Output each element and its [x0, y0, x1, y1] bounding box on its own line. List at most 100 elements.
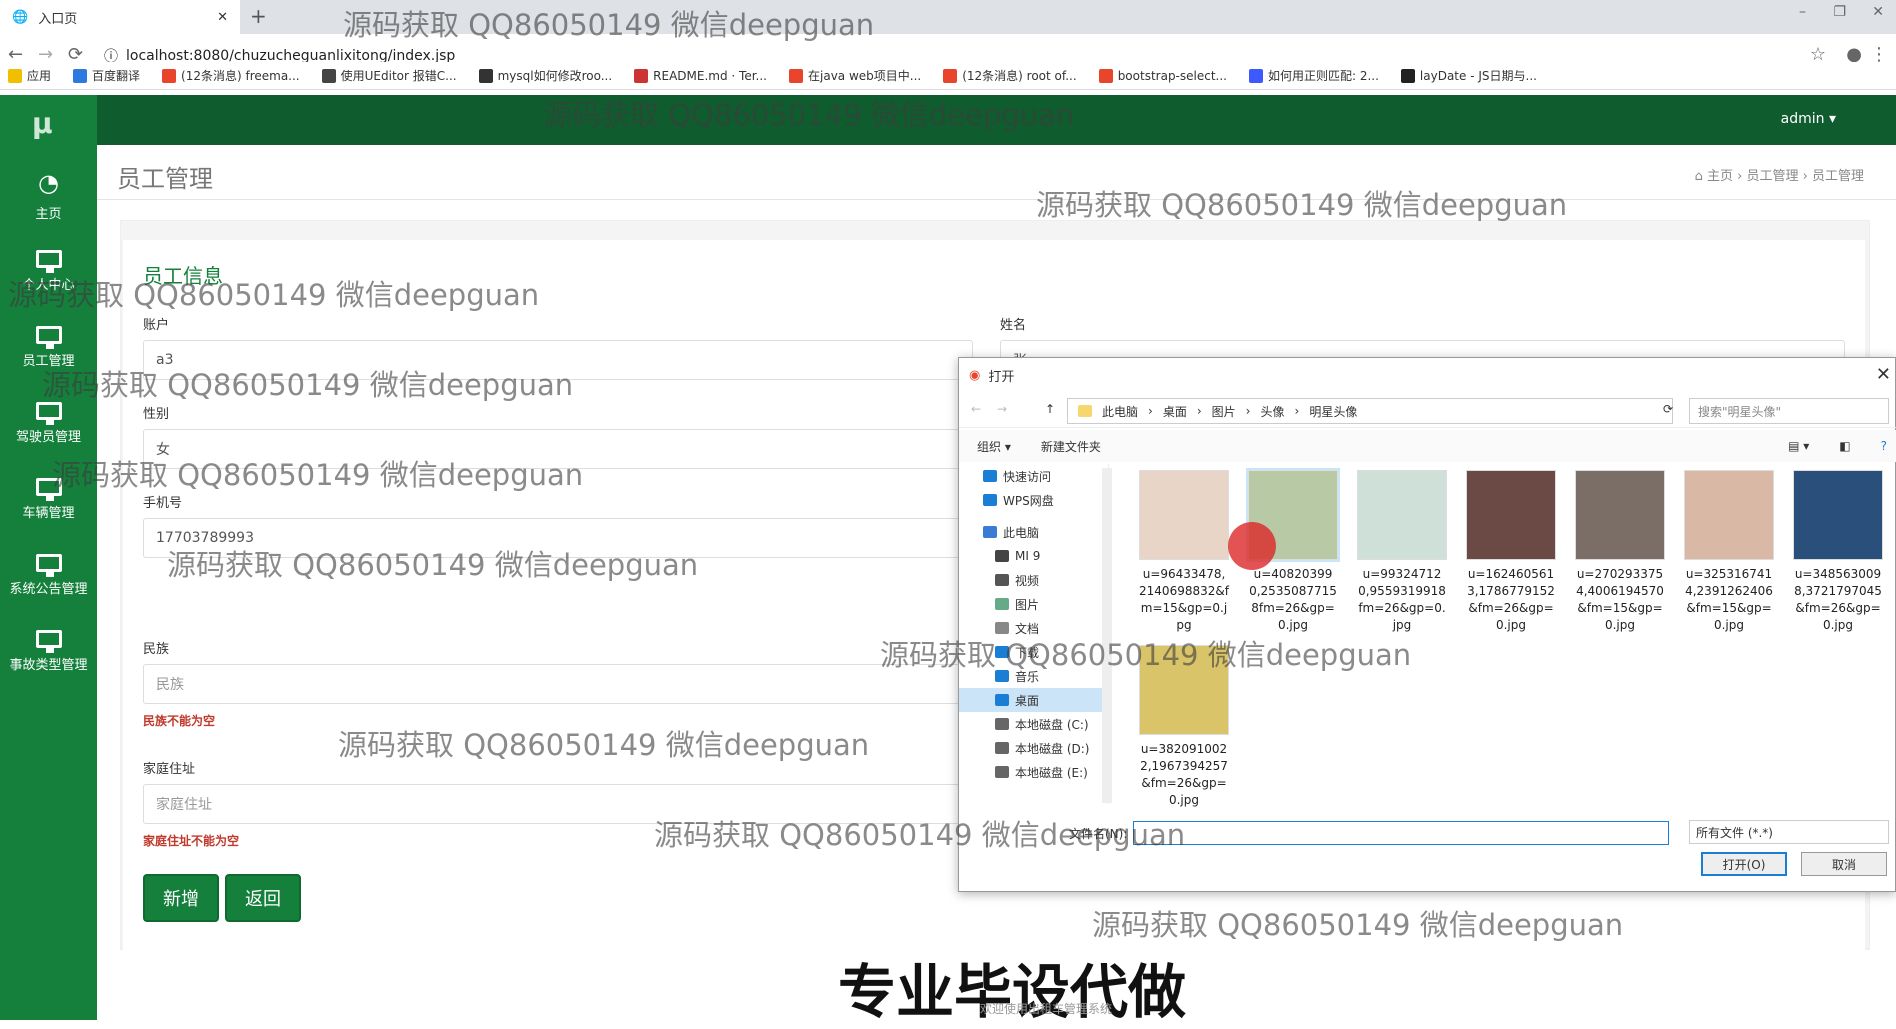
- bookmark-icon: [634, 68, 649, 83]
- bookmark-icon: [1400, 68, 1415, 83]
- bookmark-label: 如何用正则匹配: 2...: [1267, 69, 1379, 83]
- sidebar-item-label: 驾驶员管理: [15, 429, 81, 445]
- new-folder-button[interactable]: 新建文件夹: [1041, 438, 1101, 455]
- bookmark-item[interactable]: 百度翻译: [73, 67, 140, 84]
- file-name: u=1624605613,1786779152&fm=26&gp=0.jpg: [1467, 567, 1555, 632]
- tree-item-icon: [995, 718, 1009, 730]
- sidebar-item[interactable]: ◔ 主页: [0, 157, 97, 233]
- search-input[interactable]: 搜索"明星头像": [1689, 398, 1889, 424]
- tree-item[interactable]: 桌面: [959, 688, 1108, 712]
- tree-item[interactable]: MI 9: [959, 544, 1108, 568]
- bookmark-item[interactable]: 使用UEditor 报错C...: [321, 67, 457, 84]
- tree-item[interactable]: 图片: [959, 592, 1108, 616]
- window-close-icon[interactable]: ✕: [1872, 4, 1884, 20]
- path-segment[interactable]: 头像: [1260, 403, 1284, 420]
- file-name: u=3253167414,2391262406&fm=15&gp=0.jpg: [1685, 567, 1773, 632]
- bookmark-icon: [73, 68, 88, 83]
- dialog-pathbar: ← → ↑ 此电脑 › 桌面 › 图片 › 头像 › 明星头像 ⟳ 搜索"明星头像": [959, 392, 1896, 428]
- bookmark-item[interactable]: 如何用正则匹配: 2...: [1248, 67, 1379, 84]
- file-item[interactable]: u=1624605613,1786779152&fm=26&gp=0.jpg: [1466, 470, 1556, 634]
- bookmark-icon: [789, 68, 803, 83]
- watermark: 源码获取 QQ86050149 微信deepguan: [8, 278, 540, 312]
- path-segment[interactable]: 图片: [1212, 403, 1236, 420]
- filename-input[interactable]: [1133, 821, 1669, 845]
- bookmark-item[interactable]: layDate - JS日期与...: [1400, 67, 1537, 84]
- watermark: 源码获取 QQ86050149 微信deepguan: [880, 638, 1412, 672]
- tree-item[interactable]: 本地磁盘 (E:): [959, 760, 1108, 784]
- view-icon[interactable]: ▤ ▾: [1788, 439, 1809, 453]
- sidebar-item-label: 主页: [35, 206, 62, 222]
- close-icon[interactable]: ✕: [217, 10, 228, 25]
- bookmark-icon: [162, 68, 177, 83]
- bookmark-icon: [478, 68, 493, 83]
- watermark: 源码获取 QQ86050149 微信deepguan: [654, 818, 1186, 852]
- bookmark-item[interactable]: (12条消息) root of...: [943, 67, 1077, 84]
- organize-button[interactable]: 组织 ▾: [977, 438, 1011, 455]
- monitor-icon: [35, 249, 62, 273]
- path-field[interactable]: 此电脑 › 桌面 › 图片 › 头像 › 明星头像: [1067, 398, 1673, 424]
- sidebar-item[interactable]: 事故类型管理: [0, 613, 97, 689]
- browser-tabbar: 🌐 入口页 ✕ + – ❐ ✕: [0, 0, 1896, 34]
- watermark: 源码获取 QQ86050149 微信deepguan: [1036, 188, 1568, 222]
- tree-item-label: 视频: [1015, 573, 1040, 588]
- tree-item-label: WPS网盘: [1003, 493, 1054, 508]
- sidebar-item[interactable]: 系统公告管理: [0, 537, 97, 613]
- tree-item[interactable]: 本地磁盘 (C:): [959, 712, 1108, 736]
- tree-item-label: 本地磁盘 (D:): [1015, 741, 1090, 756]
- back-button[interactable]: 返回: [225, 874, 301, 922]
- minimize-icon[interactable]: –: [1799, 4, 1806, 20]
- maximize-icon[interactable]: ❐: [1833, 4, 1846, 20]
- preview-pane-icon[interactable]: ◧: [1839, 439, 1850, 453]
- bookmark-item[interactable]: bootstrap-select...: [1098, 68, 1227, 83]
- tree-item[interactable]: WPS网盘: [959, 488, 1108, 512]
- filetype-select[interactable]: 所有文件 (*.*): [1689, 820, 1889, 844]
- gender-label: 性别: [143, 407, 170, 422]
- dialog-close-icon[interactable]: ✕: [1876, 364, 1891, 385]
- add-button[interactable]: 新增: [143, 874, 219, 922]
- watermark: 源码获取 QQ86050149 微信deepguan: [1092, 908, 1624, 942]
- file-item[interactable]: u=3253167414,2391262406&fm=15&gp=0.jpg: [1684, 470, 1774, 634]
- page-header: 员工管理 ⌂ 主页 › 员工管理 › 员工管理: [97, 145, 1896, 200]
- breadcrumb-section[interactable]: 员工管理: [1747, 169, 1799, 184]
- tree-item-icon: [995, 742, 1009, 754]
- file-item[interactable]: u=993247120,9559319918fm=26&gp=0.jpg: [1357, 470, 1447, 634]
- tree-item[interactable]: 本地磁盘 (D:): [959, 736, 1108, 760]
- file-name: u=3485630098,3721797045&fm=26&gp=0.jpg: [1794, 567, 1882, 632]
- bookmark-icon: [8, 68, 22, 83]
- refresh-icon[interactable]: ⟳: [1663, 402, 1673, 416]
- file-item[interactable]: u=96433478,2140698832&fm=15&gp=0.jpg: [1139, 470, 1229, 634]
- sidebar-item-label: 事故类型管理: [9, 657, 88, 673]
- up-icon[interactable]: ↑: [1045, 402, 1055, 416]
- bookmark-item[interactable]: README.md · Ter...: [634, 68, 767, 83]
- file-item[interactable]: u=2702933754,4006194570&fm=15&gp=0.jpg: [1575, 470, 1665, 634]
- ethnic-input[interactable]: 民族: [143, 664, 973, 704]
- path-segment[interactable]: 此电脑: [1102, 403, 1138, 420]
- monitor-icon: [35, 629, 62, 653]
- tree-item-label: 快速访问: [1003, 469, 1052, 484]
- breadcrumb-current: 员工管理: [1811, 169, 1864, 184]
- help-icon[interactable]: ?: [1881, 439, 1887, 453]
- address-label: 家庭住址: [143, 762, 196, 777]
- path-segment[interactable]: 明星头像: [1309, 403, 1357, 420]
- new-tab-button[interactable]: +: [250, 4, 267, 28]
- bookmark-item[interactable]: 应用: [8, 67, 51, 84]
- bookmark-label: README.md · Ter...: [653, 68, 767, 83]
- forward-icon[interactable]: →: [997, 402, 1007, 416]
- user-menu[interactable]: admin ▾: [1781, 111, 1836, 127]
- sidebar: μ ◔ 主页 个人中心 员工管理 驾驶员管理 车辆管理 系统公告管理 事故类型管理: [0, 95, 97, 1020]
- file-item[interactable]: u=3485630098,3721797045&fm=26&gp=0.jpg: [1793, 470, 1883, 634]
- tree-item[interactable]: 此电脑: [959, 520, 1108, 544]
- tree-item-icon: [995, 598, 1009, 610]
- open-button[interactable]: 打开(O): [1701, 852, 1787, 876]
- cancel-button[interactable]: 取消: [1801, 852, 1887, 876]
- tree-item[interactable]: 快速访问: [959, 464, 1108, 488]
- path-segment[interactable]: 桌面: [1163, 403, 1187, 420]
- bookmark-item[interactable]: 在java web项目中...: [789, 67, 921, 84]
- breadcrumb-home[interactable]: 主页: [1707, 169, 1733, 184]
- breadcrumb: ⌂ 主页 › 员工管理 › 员工管理: [1694, 169, 1864, 184]
- tree-item[interactable]: 视频: [959, 568, 1108, 592]
- bookmark-item[interactable]: (12条消息) freema...: [162, 67, 300, 84]
- browser-tab[interactable]: 🌐 入口页 ✕: [0, 0, 240, 34]
- bookmark-item[interactable]: mysql如何修改roo...: [478, 67, 612, 84]
- back-icon[interactable]: ←: [971, 402, 981, 416]
